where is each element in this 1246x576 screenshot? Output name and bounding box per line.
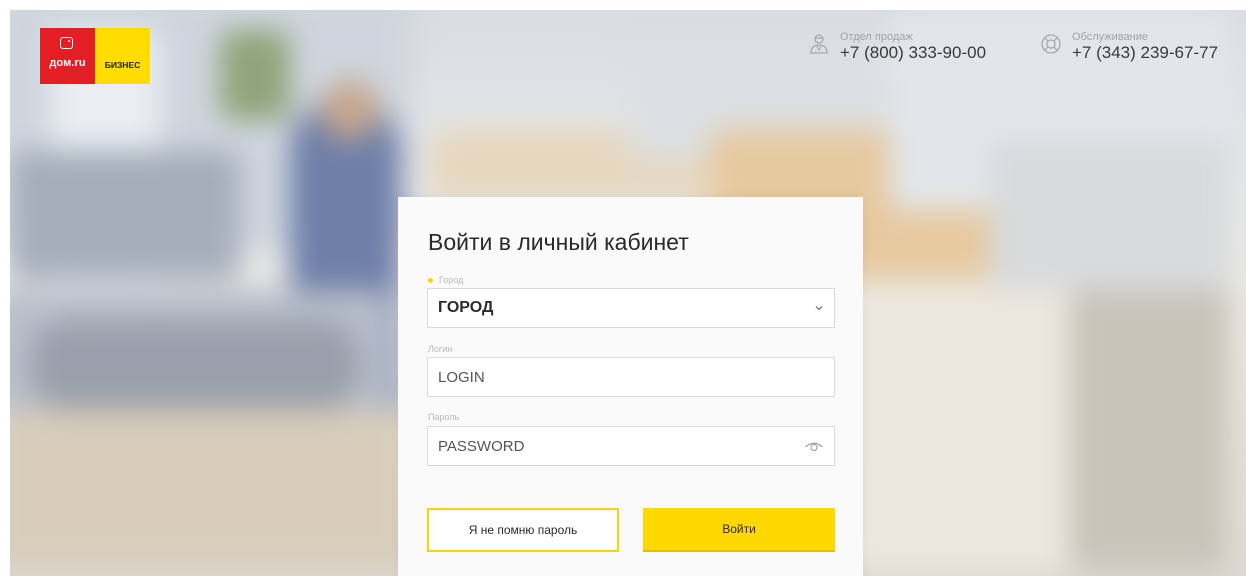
contact-service-phone[interactable]: +7 (343) 239-67-77 [1072,43,1218,63]
login-label: Логин [428,344,453,354]
logo-brand-name: дом.ru [49,57,86,69]
person-icon [810,34,828,54]
contact-sales-phone[interactable]: +7 (800) 333-90-00 [840,43,986,63]
city-label: Город [439,275,464,285]
brand-logo[interactable]: дом.ru БИЗНЕС [40,28,150,84]
forgot-password-button[interactable]: Я не помню пароль [427,508,619,552]
logo-mark-icon [60,37,73,49]
city-select-value: ГОРОД [438,299,494,316]
logo-segment: БИЗНЕС [104,60,141,70]
city-select[interactable]: ГОРОД [427,288,835,328]
login-field [427,357,835,397]
required-dot-icon [428,277,433,283]
lifebuoy-icon [1041,34,1061,54]
city-label-row: Город [428,275,463,285]
login-input[interactable] [438,359,824,395]
contact-sales-label: Отдел продаж [840,31,913,43]
contact-service: Обслуживание +7 (343) 239-67-77 [1040,31,1218,63]
password-input[interactable] [438,428,804,464]
login-button[interactable]: Войти [643,508,835,552]
password-field [427,426,835,466]
login-card: Войти в личный кабинет Город ГОРОД Логин… [398,197,863,576]
logo-yellow-block: БИЗНЕС [95,28,150,84]
page-background: дом.ru БИЗНЕС Отдел продаж +7 (800) 333-… [10,10,1246,576]
password-label-row: Пароль [428,412,459,422]
logo-red-block: дом.ru [40,28,95,84]
contact-sales: Отдел продаж +7 (800) 333-90-00 [808,31,986,63]
login-label-row: Логин [428,344,452,354]
contact-service-label: Обслуживание [1072,31,1148,43]
eye-icon[interactable] [804,439,824,453]
page-title: Войти в личный кабинет [428,229,689,255]
password-label: Пароль [428,412,460,422]
chevron-down-icon [815,306,823,311]
